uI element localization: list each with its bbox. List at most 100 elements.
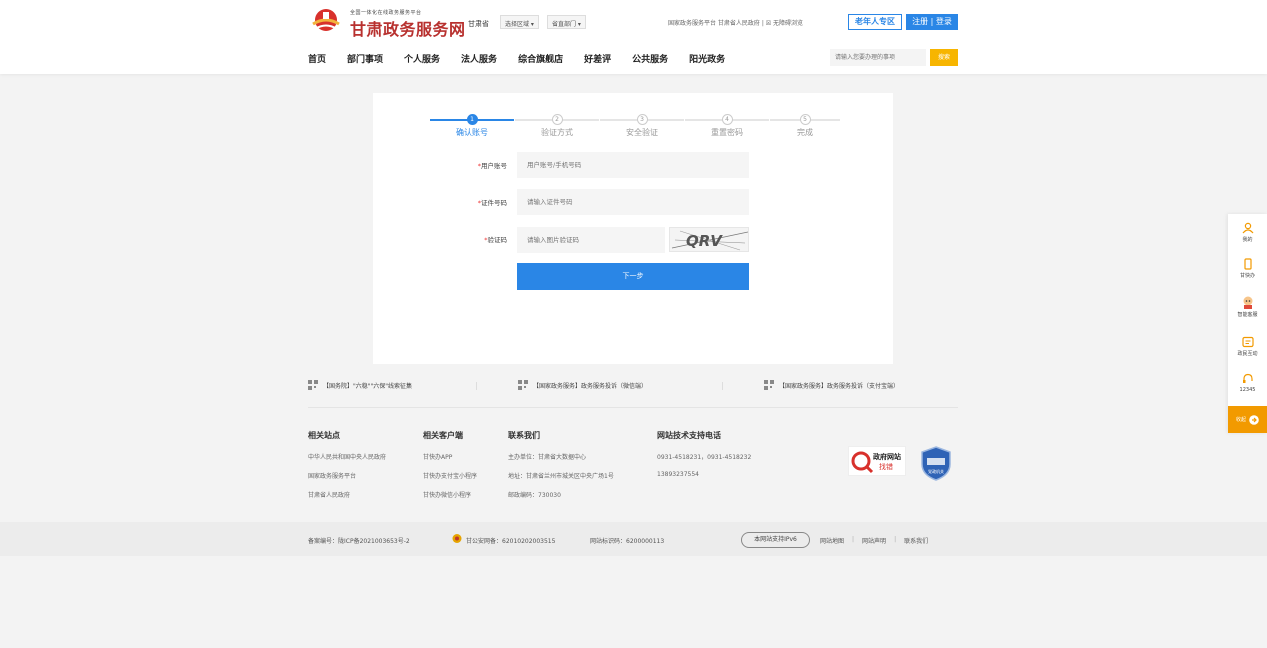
site-logo-icon[interactable]: [310, 8, 342, 34]
site-map-link[interactable]: 网站地图: [820, 536, 844, 545]
qr-code-icon: [518, 380, 528, 390]
step-2: 2 验证方式: [515, 114, 599, 138]
footer-link[interactable]: 国家政务服务平台: [308, 471, 386, 490]
footer-quick-links: 【国务院】"六稳""六保"线索征集 【国家政务服务】政务服务投诉（微信端） 【国…: [308, 380, 958, 394]
footer-link[interactable]: 甘肃省人民政府: [308, 490, 386, 509]
footer-col-heading: 联系我们: [508, 431, 540, 440]
footer-link[interactable]: 甘快办APP: [423, 452, 477, 471]
nav-item-public[interactable]: 公共服务: [632, 52, 668, 65]
search-input[interactable]: [830, 49, 926, 66]
step-number: 4: [721, 114, 733, 125]
department-select[interactable]: 省直部门 ▾: [547, 15, 586, 29]
step-4: 4 重置密码: [685, 114, 769, 138]
footer-link[interactable]: 甘快办支付宝小程序: [423, 471, 477, 490]
phone-icon: [1243, 258, 1252, 270]
elder-zone-button[interactable]: 老年人专区: [848, 14, 902, 30]
id-number-input[interactable]: [517, 189, 749, 215]
robot-avatar-icon: [1243, 296, 1252, 309]
logo-title[interactable]: 甘肃政务服务网: [350, 16, 466, 40]
footer-link-stability[interactable]: 【国务院】"六稳""六保"线索征集: [308, 380, 412, 390]
divider: |: [894, 536, 897, 543]
footer-link[interactable]: 甘快办微信小程序: [423, 490, 477, 509]
step-label: 确认账号: [456, 128, 488, 137]
next-step-button[interactable]: 下一步: [517, 263, 749, 290]
search-button[interactable]: 搜索: [930, 49, 958, 66]
site-statement-link[interactable]: 网站声明: [862, 536, 886, 545]
sidebar-item-12345[interactable]: 12345: [1228, 373, 1267, 393]
captcha-input[interactable]: [517, 227, 665, 253]
headset-icon: [1242, 373, 1253, 383]
nav-item-flagship[interactable]: 综合旗舰店: [518, 52, 563, 65]
bottom-links: 网站地图 | 网站声明 | 联系我们: [820, 536, 928, 545]
nav-item-review[interactable]: 好差评: [584, 52, 611, 65]
nav-item-department[interactable]: 部门事项: [347, 52, 383, 65]
top-links[interactable]: 国家政务服务平台 甘肃省人民政府 | ☒ 无障碍浏览: [668, 18, 803, 27]
nav-item-home[interactable]: 首页: [308, 52, 326, 65]
qr-code-icon: [308, 380, 318, 390]
step-number: 5: [799, 114, 811, 125]
contact-us-link[interactable]: 联系我们: [904, 536, 928, 545]
id-number-label: *证件号码: [477, 199, 507, 207]
footer-col-heading: 相关站点: [308, 431, 340, 440]
account-label: *用户账号: [477, 162, 507, 170]
site-id: 网站标识码：6200000113: [590, 538, 665, 545]
captcha-text: QRV: [686, 232, 723, 250]
user-icon: [1242, 222, 1253, 234]
nav-item-sunshine[interactable]: 阳光政务: [689, 52, 725, 65]
divider: [722, 382, 723, 390]
step-label: 完成: [797, 128, 813, 137]
footer-col-related-sites: 相关站点 中华人民共和国中央人民政府 国家政务服务平台 甘肃省人民政府: [308, 430, 386, 509]
sidebar-item-interaction[interactable]: 政民互动: [1228, 336, 1267, 357]
footer-text: 13893237554: [657, 471, 699, 478]
footer-col-heading: 相关客户端: [423, 431, 463, 440]
sidebar-item-mine[interactable]: 我的: [1228, 222, 1267, 243]
ipv6-badge: 本网站支持IPv6: [741, 532, 810, 548]
register-login-button[interactable]: 注册 | 登录: [906, 14, 958, 30]
step-5: 5 完成: [770, 114, 840, 138]
footer-link[interactable]: 中华人民共和国中央人民政府: [308, 452, 386, 471]
badge-text: 找错: [879, 462, 893, 471]
logo-subtitle: 全国一体化在线政务服务平台: [350, 10, 422, 16]
step-number: 1: [466, 114, 478, 125]
party-gov-shield-icon[interactable]: 党政机关: [920, 446, 952, 481]
footer-link-complaint-alipay[interactable]: 【国家政务服务】政务服务投诉（支付宝端）: [764, 380, 899, 390]
nav-item-legal[interactable]: 法人服务: [461, 52, 497, 65]
footer-divider: [308, 407, 958, 408]
step-label: 安全验证: [626, 128, 658, 137]
captcha-image[interactable]: QRV: [669, 227, 749, 252]
step-3: 3 安全验证: [600, 114, 684, 138]
province-label: 甘肃省: [468, 20, 489, 28]
icp-record[interactable]: 备案编号：陇ICP备2021003653号-2: [308, 536, 410, 545]
footer-text: 邮政编码：730030: [508, 492, 561, 499]
footer-col-contact: 联系我们 主办单位：甘肃省大数据中心 地址：甘肃省兰州市城关区中央广场1号 邮政…: [508, 430, 614, 509]
footer-link-complaint-wechat[interactable]: 【国家政务服务】政务服务投诉（微信端）: [518, 380, 647, 390]
region-select[interactable]: 选择区域 ▾: [500, 15, 539, 29]
footer-col-clients: 相关客户端 甘快办APP 甘快办支付宝小程序 甘快办微信小程序: [423, 430, 477, 509]
step-number: 2: [551, 114, 563, 125]
step-1: 1 确认账号: [430, 114, 514, 138]
sidebar-collapse-button[interactable]: 收起: [1228, 406, 1267, 433]
step-label: 验证方式: [541, 128, 573, 137]
police-badge-icon: [452, 534, 462, 543]
divider: |: [852, 536, 855, 543]
footer-text: 地址：甘肃省兰州市城关区中央广场1号: [508, 473, 614, 480]
footer-col-support-phone: 网站技术支持电话 0931-4518231，0931-4518232 13893…: [657, 430, 751, 490]
account-input[interactable]: [517, 152, 749, 178]
sidebar-item-smart-service[interactable]: 智能客服: [1228, 295, 1267, 318]
arrow-right-icon: [1249, 414, 1259, 425]
captcha-label: *验证码: [484, 236, 507, 244]
gov-site-error-badge[interactable]: 政府网站 找错: [848, 446, 906, 476]
footer-text: 主办单位：甘肃省大数据中心: [508, 454, 587, 461]
divider: [476, 382, 477, 390]
footer-text: 0931-4518231，0931-4518232: [657, 454, 752, 461]
step-number: 3: [636, 114, 648, 125]
header: 全国一体化在线政务服务平台 甘肃政务服务网 甘肃省 选择区域 ▾ 省直部门 ▾ …: [0, 0, 1267, 74]
right-float-sidebar: 我的 甘快办 智能客服 政民互动 12345: [1228, 214, 1267, 433]
police-record[interactable]: 甘公安网备：62010202003515: [466, 536, 555, 545]
sidebar-item-gankuaiban[interactable]: 甘快办: [1228, 258, 1267, 279]
footer-col-heading: 网站技术支持电话: [657, 431, 721, 440]
nav-item-personal[interactable]: 个人服务: [404, 52, 440, 65]
main-nav: 首页 部门事项 个人服务 法人服务 综合旗舰店 好差评 公共服务 阳光政务: [308, 52, 725, 65]
step-label: 重置密码: [711, 128, 743, 137]
qr-code-icon: [764, 380, 774, 390]
